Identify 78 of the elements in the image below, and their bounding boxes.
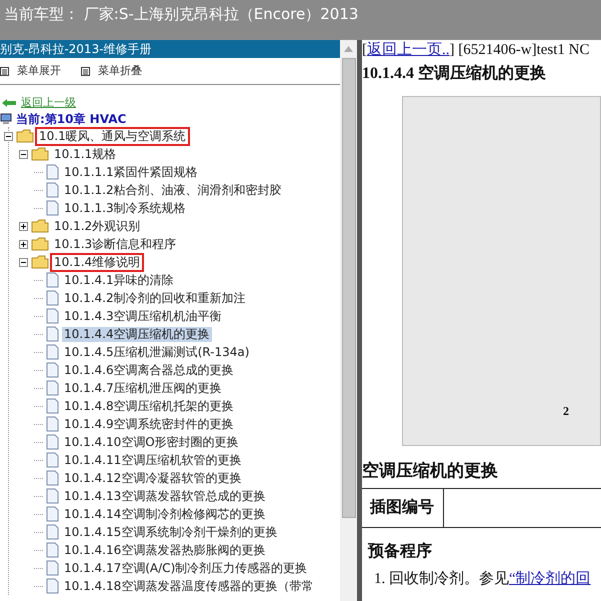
page-icon	[46, 326, 59, 342]
page-icon	[46, 290, 59, 306]
tree-item[interactable]: 10.1.4.8空调压缩机托架的更换	[62, 398, 236, 414]
manual-title-bar: 别克-昂科拉-2013-维修手册	[0, 40, 340, 58]
tree-item[interactable]: 10.1.4.18空调蒸发器温度传感器的更换（带常	[62, 578, 316, 594]
tree-item[interactable]: 10.1.4.16空调蒸发器热膨胀阀的更换	[62, 542, 268, 558]
page-icon	[46, 452, 59, 468]
tree-item[interactable]: 10.1.4.10空调O形密封圈的更换	[62, 434, 241, 450]
collapse-toggle[interactable]	[19, 150, 28, 158]
tree-item[interactable]: 10.1.4.11空调压缩机软管的更换	[62, 452, 244, 468]
page-icon	[46, 488, 59, 504]
page-icon	[46, 362, 59, 378]
page-icon	[46, 308, 59, 324]
folder-icon	[31, 255, 49, 269]
section-title: 空调压缩机的更换	[362, 460, 499, 482]
page-icon	[46, 542, 59, 558]
page-icon	[46, 164, 59, 180]
list-icon	[0, 66, 9, 76]
tree-item[interactable]: 10.1.1.2粘合剂、油液、润滑剂和密封胶	[62, 182, 284, 198]
step-link[interactable]: “制冷剂的回	[509, 571, 591, 587]
procedure-title: 预备程序	[368, 541, 433, 562]
collapse-toggle[interactable]	[19, 258, 28, 266]
current-chapter: 当前:第10章 HVAC	[16, 111, 126, 128]
scrollbar[interactable]	[340, 40, 357, 601]
tree-item[interactable]: 10.1.4.14空调制冷剂检修阀芯的更换	[62, 506, 268, 522]
left-arrow-icon	[1, 98, 17, 108]
page-icon	[46, 506, 59, 522]
page-icon	[46, 578, 59, 594]
expand-toggle[interactable]	[19, 240, 28, 248]
callout-label: 2	[563, 403, 569, 420]
page-icon	[46, 398, 59, 414]
tree-item[interactable]: 10.1.3诊断信息和程序	[52, 236, 178, 252]
computer-icon	[0, 113, 12, 125]
tree-item[interactable]: 10.1.1.3制冷系统规格	[62, 200, 188, 216]
page-heading: 10.1.4.4 空调压缩机的更换	[362, 63, 547, 84]
page-icon	[46, 200, 59, 216]
tree-item[interactable]: 10.1.1规格	[52, 146, 118, 162]
tree-item[interactable]: 10.1.4.4空调压缩机的更换	[62, 326, 212, 342]
folder-icon	[31, 219, 49, 233]
menu-button[interactable]: 菜单折叠	[81, 62, 142, 80]
back-link[interactable]: 返回上一级	[21, 94, 76, 112]
tree-item[interactable]: 10.1.4.9空调系统密封件的更换	[62, 416, 236, 432]
tree-item[interactable]: 10.1.4.1异味的清除	[62, 272, 176, 288]
collapse-toggle[interactable]	[4, 132, 13, 140]
page-icon	[46, 344, 59, 360]
page-icon	[46, 560, 59, 576]
list-icon	[81, 66, 90, 76]
table-cell: 插图编号	[362, 489, 444, 527]
page-icon	[46, 182, 59, 198]
menu-button[interactable]: 菜单展开	[0, 62, 61, 80]
page-icon	[46, 272, 59, 288]
tree-item[interactable]: 10.1暖风、通风与空调系统	[37, 128, 188, 144]
folder-icon	[31, 237, 49, 251]
tree-item[interactable]: 10.1.4.6空调离合器总成的更换	[62, 362, 236, 378]
folder-icon	[31, 147, 49, 161]
tree-item[interactable]: 10.1.4.2制冷剂的回收和重新加注	[62, 290, 248, 306]
tree-item[interactable]: 10.1.4.3空调压缩机机油平衡	[62, 308, 224, 324]
page-icon	[46, 380, 59, 396]
page-icon	[46, 434, 59, 450]
tree-item[interactable]: 10.1.4.15空调系统制冷剂干燥剂的更换	[62, 524, 280, 540]
scroll-thumb[interactable]	[342, 58, 356, 518]
tree-item[interactable]: 10.1.1.1紧固件紧固规格	[62, 164, 200, 180]
page-icon	[46, 524, 59, 540]
page-icon	[46, 416, 59, 432]
document-id: ] [6521406-w]test1 NC	[450, 42, 590, 58]
page-icon	[46, 470, 59, 486]
bracket-text: [	[362, 42, 367, 58]
expand-toggle[interactable]	[19, 222, 28, 230]
tree-item[interactable]: 10.1.4.5压缩机泄漏测试(R-134a)	[62, 344, 252, 360]
back-page-link[interactable]: 返回上一页..	[367, 42, 450, 58]
folder-icon	[16, 129, 34, 143]
tree-item[interactable]: 10.1.2外观识别	[52, 218, 142, 234]
tree-item[interactable]: 10.1.4维修说明	[52, 254, 142, 270]
tree-item[interactable]: 10.1.4.7压缩机泄压阀的更换	[62, 380, 224, 396]
tree-item[interactable]: 10.1.4.17空调(A/C)制冷剂压力传感器的更换	[62, 560, 310, 576]
tree-item[interactable]: 10.1.4.13空调蒸发器软管总成的更换	[62, 488, 268, 504]
step-text: 1. 回收制冷剂。参见	[374, 571, 509, 587]
tree-item[interactable]: 10.1.4.12空调冷凝器软管的更换	[62, 470, 244, 486]
